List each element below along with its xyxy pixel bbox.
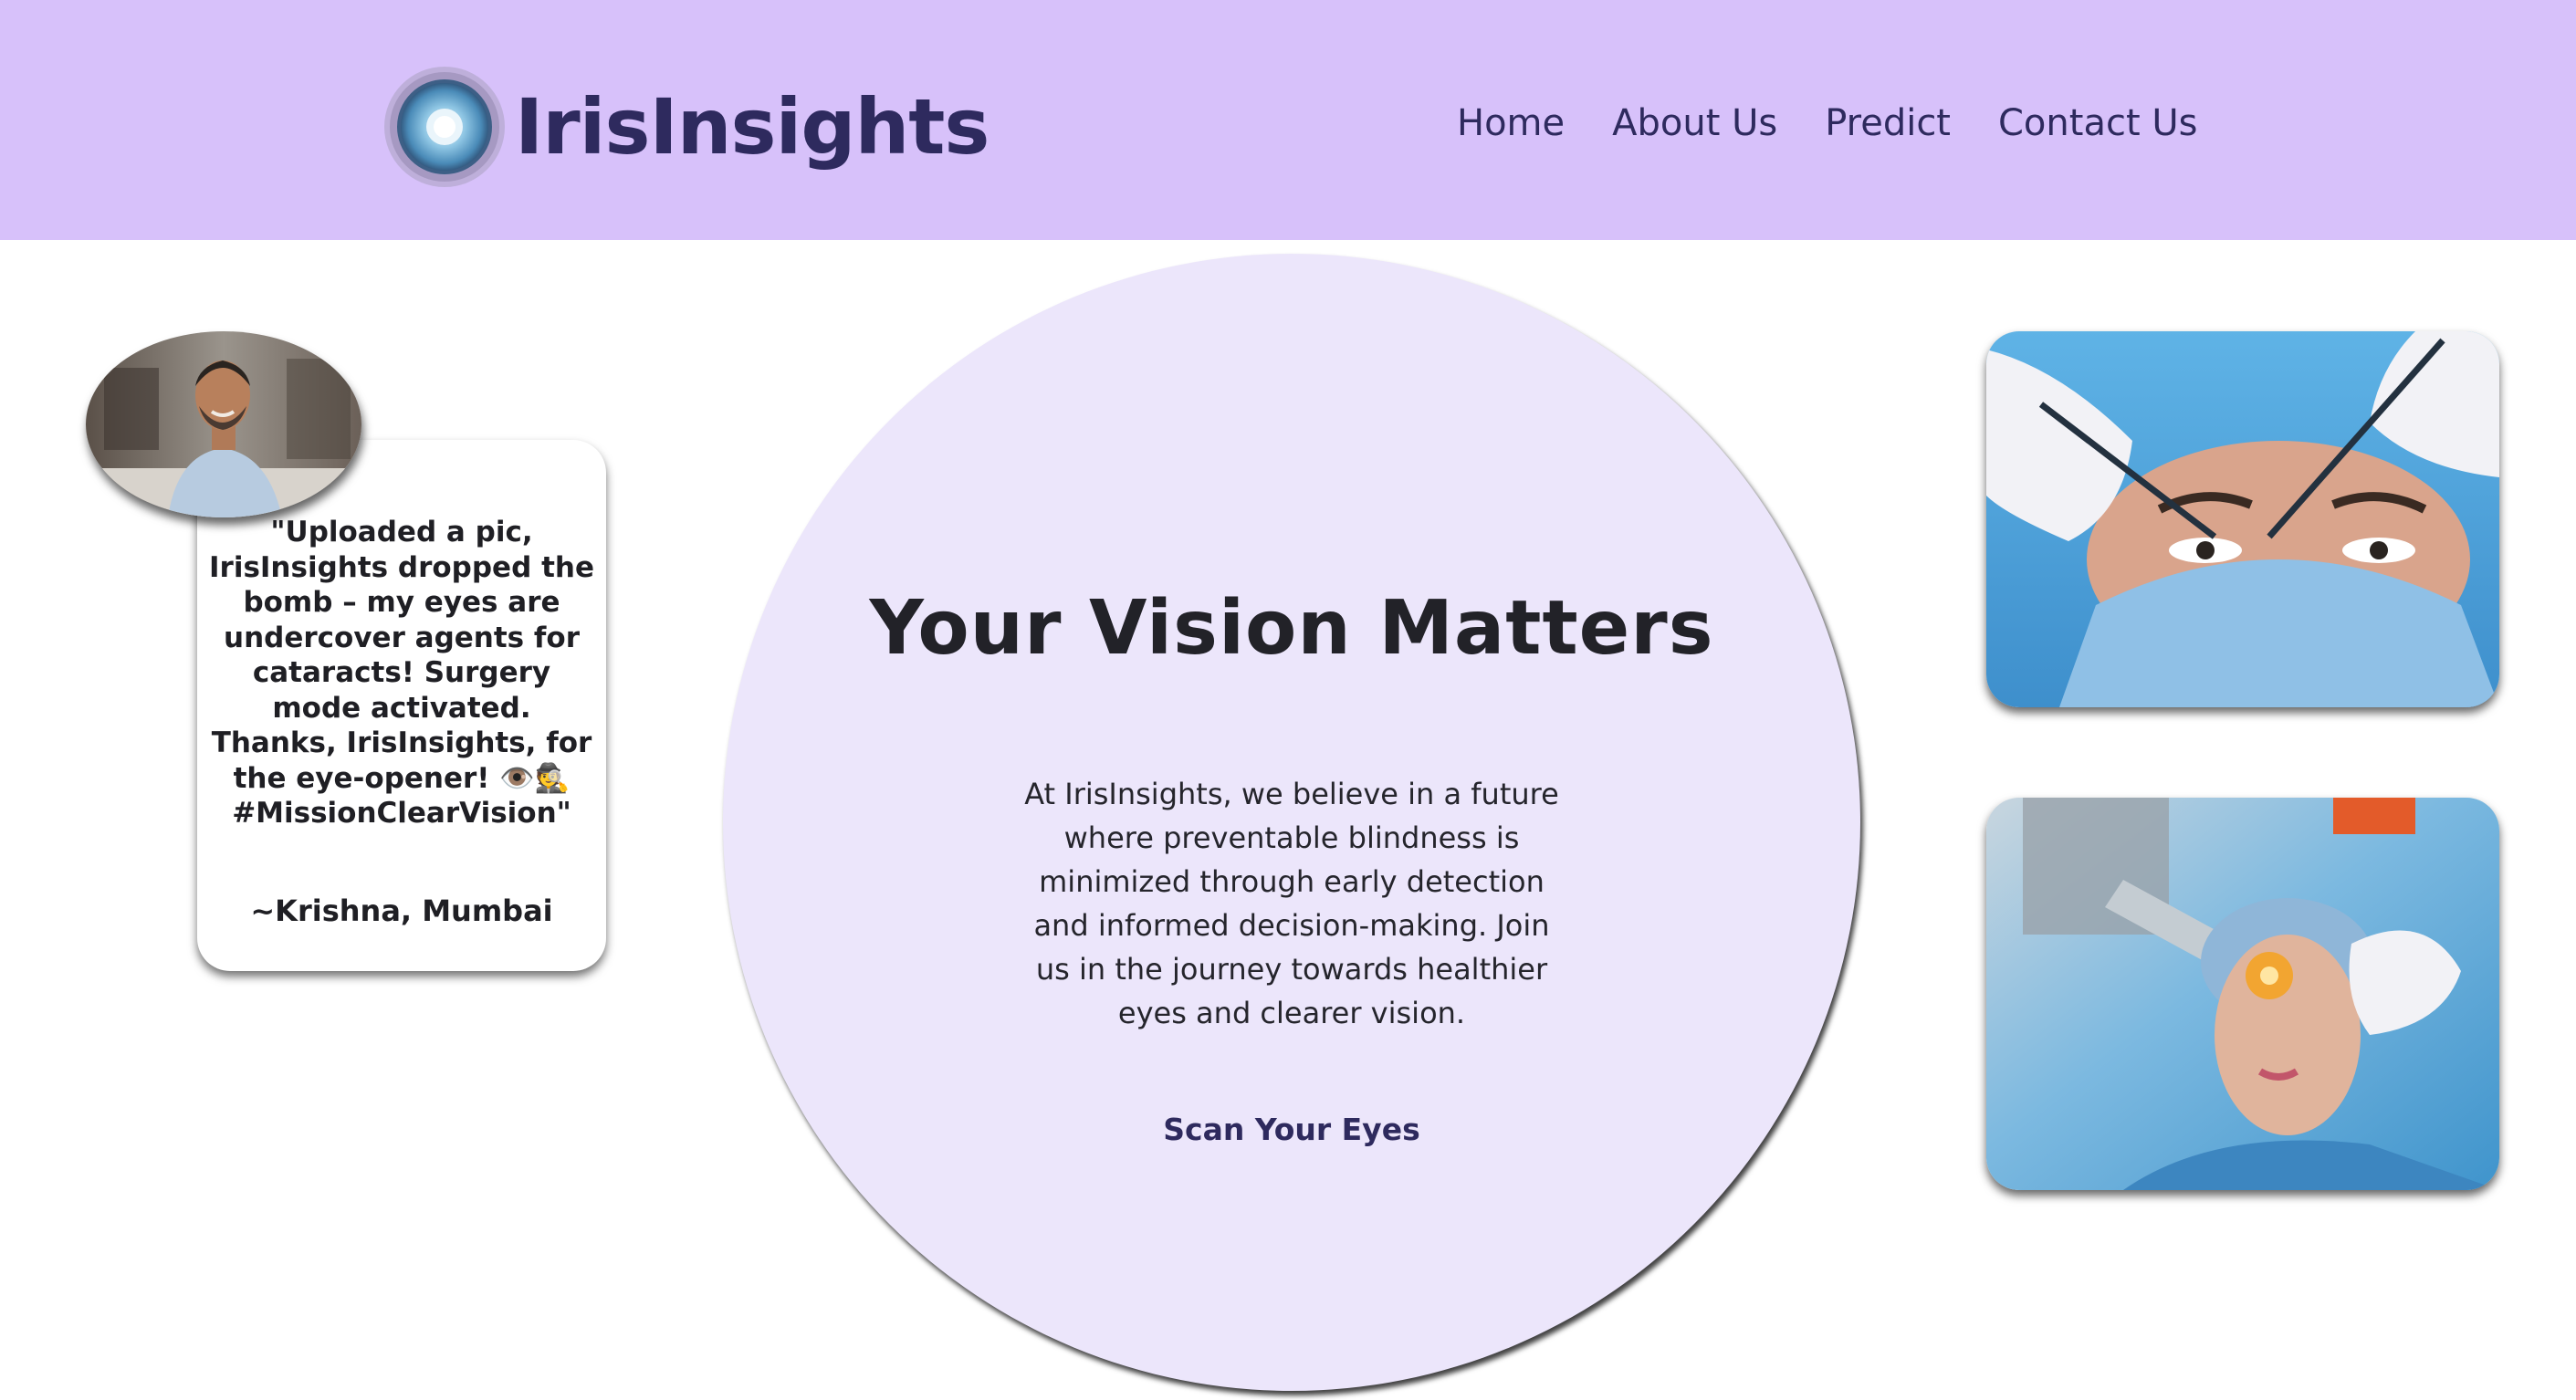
- nav-predict[interactable]: Predict: [1825, 102, 1951, 144]
- testimonial-avatar: [86, 331, 361, 517]
- nav-home[interactable]: Home: [1457, 102, 1565, 144]
- main-nav: Home About Us Predict Contact Us: [1457, 102, 2197, 144]
- brand-name: IrisInsights: [515, 82, 990, 172]
- hero-circle: Your Vision Matters At IrisInsights, we …: [723, 254, 1860, 1391]
- brand-logo-link[interactable]: IrisInsights: [382, 64, 990, 190]
- site-header: IrisInsights Home About Us Predict Conta…: [0, 0, 2576, 240]
- hero-description: At IrisInsights, we believe in a future …: [1024, 777, 1559, 1030]
- laser-eye-exam-photo: [1986, 798, 2499, 1190]
- scan-your-eyes-button[interactable]: Scan Your Eyes: [723, 1112, 1860, 1147]
- iris-eye-icon: [384, 67, 505, 187]
- testimonial-author: ~Krishna, Mumbai: [250, 893, 553, 928]
- testimonial-quote: "Uploaded a pic, IrisInsights dropped th…: [209, 516, 594, 830]
- hero-title: Your Vision Matters: [869, 585, 1714, 672]
- eye-surgery-photo: [1986, 331, 2499, 707]
- nav-about-us[interactable]: About Us: [1612, 102, 1777, 144]
- testimonial-card: "Uploaded a pic, IrisInsights dropped th…: [197, 440, 606, 971]
- nav-contact-us[interactable]: Contact Us: [1998, 102, 2197, 144]
